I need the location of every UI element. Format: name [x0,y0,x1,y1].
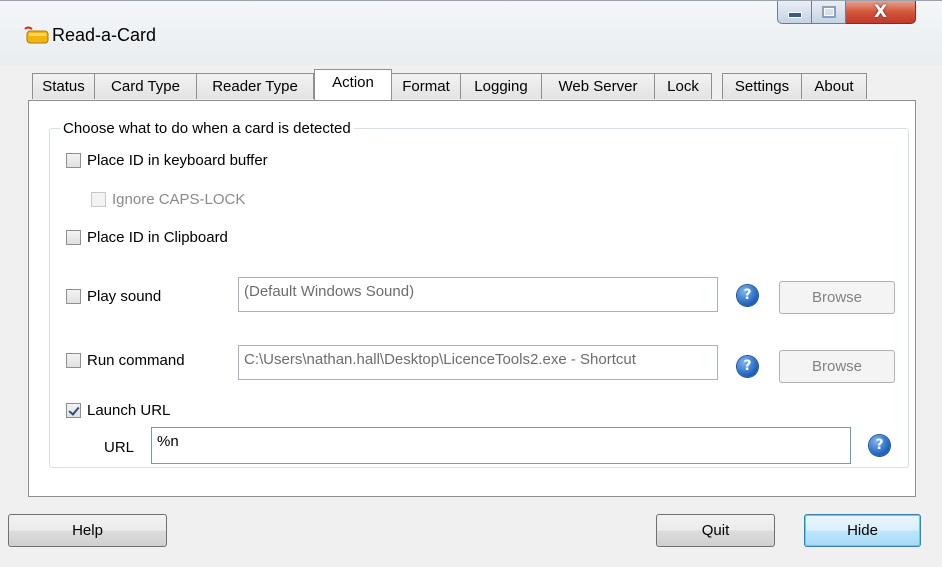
command-browse-button[interactable]: Browse [779,350,895,383]
card-reader-icon [24,26,49,44]
clipboard-option[interactable]: Place ID in Clipboard [66,229,228,246]
close-icon: X [873,2,888,22]
ignore-caps-lock-label: Ignore CAPS-LOCK [112,191,246,208]
close-button[interactable]: X [846,1,916,24]
app-window: Read-a-Card X Status Card Type Reader Ty… [0,0,942,567]
title-bar[interactable]: Read-a-Card X [0,1,942,65]
play-sound-label: Play sound [87,288,162,305]
tab-settings[interactable]: Settings [722,73,802,99]
url-label: URL [104,439,135,456]
help-button[interactable]: Help [8,514,167,547]
window-title: Read-a-Card [52,25,157,45]
minimize-icon [787,12,802,18]
group-title: Choose what to do when a card is detecte… [60,120,354,137]
launch-url-checkbox[interactable] [66,403,81,418]
tab-web-server[interactable]: Web Server [541,73,655,99]
run-command-checkbox[interactable] [66,353,81,368]
command-path-field[interactable]: C:\Users\nathan.hall\Desktop\LicenceTool… [238,345,718,380]
play-sound-option[interactable]: Play sound [66,288,161,305]
maximize-icon [821,6,836,18]
caption-buttons: X [777,1,937,25]
launch-url-option[interactable]: Launch URL [66,402,170,419]
play-sound-checkbox[interactable] [66,289,81,304]
tab-about[interactable]: About [801,73,867,99]
quit-button[interactable]: Quit [656,514,775,547]
tab-format[interactable]: Format [391,73,461,99]
hide-button[interactable]: Hide [804,514,921,547]
maximize-button[interactable] [812,1,846,24]
url-input[interactable]: %n [151,427,851,464]
sound-browse-button[interactable]: Browse [779,281,895,314]
play-sound-help-icon[interactable]: ? [737,285,758,306]
tab-card-type[interactable]: Card Type [94,73,197,99]
clipboard-label: Place ID in Clipboard [87,229,228,246]
tab-lock[interactable]: Lock [654,73,712,99]
ignore-caps-lock-checkbox[interactable] [91,192,106,207]
clipboard-checkbox[interactable] [66,230,81,245]
url-help-icon[interactable]: ? [869,435,890,456]
keyboard-buffer-label: Place ID in keyboard buffer [87,152,268,169]
run-command-option[interactable]: Run command [66,352,185,369]
ignore-caps-lock-option[interactable]: Ignore CAPS-LOCK [91,191,245,208]
keyboard-buffer-checkbox[interactable] [66,153,81,168]
tab-status[interactable]: Status [32,73,95,99]
tab-action[interactable]: Action [314,69,392,100]
run-command-label: Run command [87,352,185,369]
tab-logging[interactable]: Logging [460,73,542,99]
keyboard-buffer-option[interactable]: Place ID in keyboard buffer [66,152,268,169]
minimize-button[interactable] [777,1,812,24]
run-command-help-icon[interactable]: ? [737,356,758,377]
launch-url-label: Launch URL [87,402,171,419]
tab-reader-type[interactable]: Reader Type [196,73,314,99]
sound-file-field[interactable]: (Default Windows Sound) [238,277,718,312]
